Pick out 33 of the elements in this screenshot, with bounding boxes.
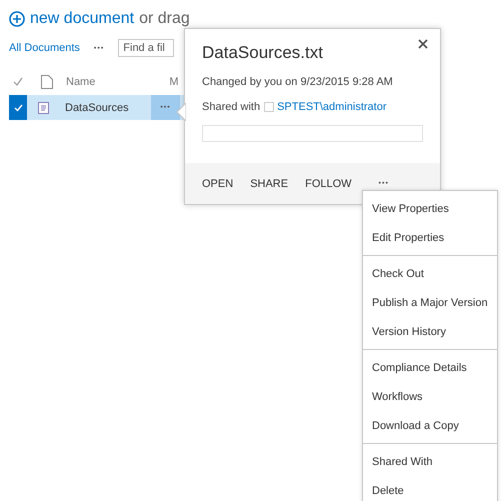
document-icon	[41, 75, 53, 89]
menu-item[interactable]: Publish a Major Version	[363, 288, 497, 317]
menu-item[interactable]: Workflows	[363, 382, 497, 411]
menu-item[interactable]: Version History	[363, 317, 497, 346]
menu-item[interactable]: View Properties	[363, 194, 497, 223]
check-icon	[14, 104, 22, 112]
view-link[interactable]: All Documents	[9, 42, 80, 54]
close-icon[interactable]	[418, 39, 428, 49]
menu-item[interactable]: Check Out	[363, 259, 497, 288]
menu-item[interactable]: Edit Properties	[363, 223, 497, 252]
column-header[interactable]: Name	[66, 76, 96, 88]
callout-title: DataSources.txt	[202, 43, 324, 63]
drag-hint: or drag	[139, 10, 190, 28]
add-icon[interactable]	[9, 11, 25, 27]
text-file-icon	[38, 102, 49, 114]
menu-item[interactable]: Compliance Details	[363, 353, 497, 382]
search-field[interactable]: Find a fil	[118, 39, 174, 57]
column-header[interactable]: M	[169, 76, 179, 88]
menu-item[interactable]: Download a Copy	[363, 411, 497, 440]
link-field[interactable]	[202, 125, 423, 142]
action-button[interactable]: FOLLOW	[305, 178, 352, 190]
shared-label: Shared with	[202, 101, 260, 113]
file-name-link[interactable]: DataSources	[65, 102, 151, 114]
action-button[interactable]: OPEN	[202, 178, 234, 190]
new-document-link[interactable]: new document	[30, 10, 134, 28]
menu-item[interactable]: Delete	[363, 476, 497, 501]
user-link[interactable]: SPTEST\administrator	[277, 101, 387, 113]
presence-icon	[264, 102, 274, 112]
modified-text: Changed by you on 9/23/2015 9:28 AM	[202, 76, 393, 88]
check-icon[interactable]	[13, 77, 23, 87]
menu-item[interactable]: Shared With	[363, 447, 497, 476]
action-button[interactable]: SHARE	[250, 178, 288, 190]
row-checkbox[interactable]	[9, 95, 27, 120]
